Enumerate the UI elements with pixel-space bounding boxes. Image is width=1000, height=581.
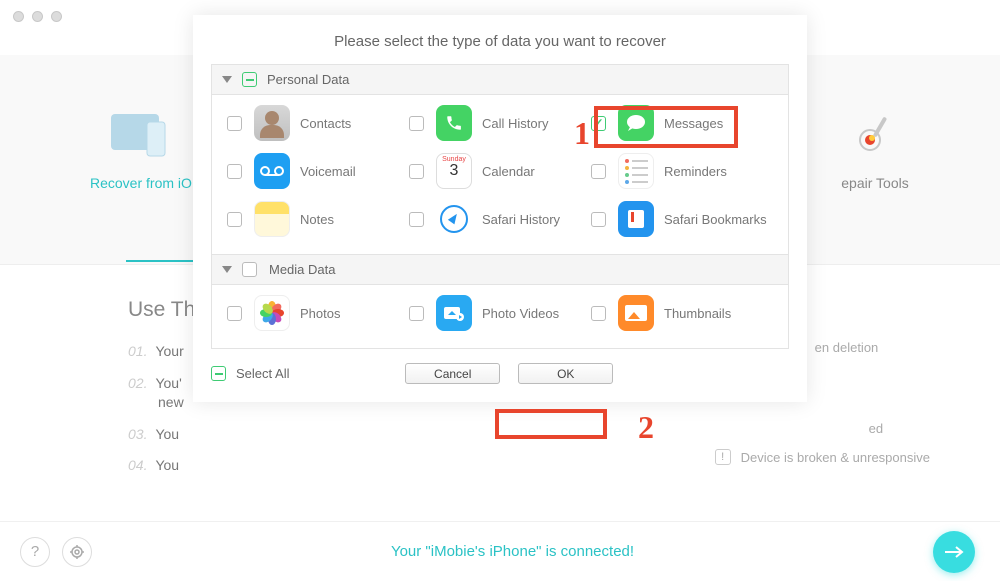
window-controls	[13, 11, 62, 22]
section-checkbox-partial[interactable]	[242, 72, 257, 87]
item-safari-bookmarks[interactable]: Safari Bookmarks	[591, 201, 773, 237]
annotation-1: 1	[574, 115, 590, 152]
device-icon	[106, 105, 176, 165]
modal-footer: Select All Cancel OK	[193, 349, 807, 402]
steps-panel: Use Thi 01.Your 02.You'new 03.You 04.You	[128, 298, 200, 488]
thumbnails-checkbox[interactable]	[591, 306, 606, 321]
photo-videos-checkbox[interactable]	[409, 306, 424, 321]
item-label: Calendar	[482, 164, 535, 179]
section-label: Personal Data	[267, 72, 349, 87]
item-photo-videos[interactable]: Photo Videos	[409, 295, 591, 331]
exclaim-icon: !	[715, 449, 731, 465]
safari-bookmarks-checkbox[interactable]	[591, 212, 606, 227]
item-contacts[interactable]: Contacts	[227, 105, 409, 141]
section-media-content: Photos Photo Videos Thumbnails	[211, 285, 789, 349]
tab-repair-tools[interactable]: epair Tools	[840, 105, 910, 191]
maximize-icon[interactable]	[51, 11, 62, 22]
item-label: Photos	[300, 306, 340, 321]
voicemail-icon	[254, 153, 290, 189]
item-label: Call History	[482, 116, 548, 131]
close-icon[interactable]	[13, 11, 24, 22]
item-label: Voicemail	[300, 164, 356, 179]
annotation-2: 2	[638, 409, 654, 446]
item-label: Notes	[300, 212, 334, 227]
callhistory-checkbox[interactable]	[409, 116, 424, 131]
triangle-down-icon	[222, 76, 232, 83]
thumbnail-icon	[618, 295, 654, 331]
tab-recover-ios[interactable]: Recover from iO	[90, 105, 192, 191]
calendar-icon: Sunday 3	[436, 153, 472, 189]
wrench-icon	[840, 105, 910, 165]
connection-status: Your "iMobie's iPhone" is connected!	[92, 543, 933, 560]
photos-icon	[254, 295, 290, 331]
item-messages[interactable]: Messages	[591, 105, 773, 141]
cancel-button[interactable]: Cancel	[405, 363, 500, 384]
contacts-icon	[254, 105, 290, 141]
reminders-icon	[618, 153, 654, 189]
settings-icon[interactable]	[62, 537, 92, 567]
section-label: Media Data	[269, 262, 335, 277]
item-label: Safari History	[482, 212, 560, 227]
messages-checkbox[interactable]	[591, 116, 606, 131]
steps-title: Use Thi	[128, 298, 200, 322]
tab-label: epair Tools	[841, 175, 908, 191]
notes-icon	[254, 201, 290, 237]
annotation-box-2	[495, 409, 607, 439]
modal-title: Please select the type of data you want …	[193, 15, 807, 64]
next-button[interactable]	[933, 531, 975, 573]
item-thumbnails[interactable]: Thumbnails	[591, 295, 773, 331]
message-icon	[618, 105, 654, 141]
photos-checkbox[interactable]	[227, 306, 242, 321]
select-all-checkbox[interactable]	[211, 366, 226, 381]
phone-icon	[436, 105, 472, 141]
section-personal-header[interactable]: Personal Data	[211, 64, 789, 95]
calendar-checkbox[interactable]	[409, 164, 424, 179]
item-reminders[interactable]: Reminders	[591, 153, 773, 189]
safari-icon	[436, 201, 472, 237]
triangle-down-icon	[222, 266, 232, 273]
item-safari-history[interactable]: Safari History	[409, 201, 591, 237]
tab-label: Recover from iO	[90, 175, 192, 191]
minimize-icon[interactable]	[32, 11, 43, 22]
item-label: Photo Videos	[482, 306, 559, 321]
item-label: Thumbnails	[664, 306, 731, 321]
item-label: Safari Bookmarks	[664, 212, 767, 227]
voicemail-checkbox[interactable]	[227, 164, 242, 179]
item-label: Messages	[664, 116, 723, 131]
section-personal-content: Contacts Call History Messages	[211, 95, 789, 255]
section-media-header[interactable]: Media Data	[211, 255, 789, 285]
item-label: Reminders	[664, 164, 727, 179]
status-bar: ? Your "iMobie's iPhone" is connected!	[0, 521, 1000, 581]
item-label: Contacts	[300, 116, 351, 131]
notes-checkbox[interactable]	[227, 212, 242, 227]
data-type-modal: Please select the type of data you want …	[193, 15, 807, 402]
item-photos[interactable]: Photos	[227, 295, 409, 331]
help-icon[interactable]: ?	[20, 537, 50, 567]
section-media-checkbox[interactable]	[242, 262, 257, 277]
ok-button[interactable]: OK	[518, 363, 613, 384]
item-calendar[interactable]: Sunday 3 Calendar	[409, 153, 591, 189]
contacts-checkbox[interactable]	[227, 116, 242, 131]
reminders-checkbox[interactable]	[591, 164, 606, 179]
item-notes[interactable]: Notes	[227, 201, 409, 237]
item-voicemail[interactable]: Voicemail	[227, 153, 409, 189]
safari-history-checkbox[interactable]	[409, 212, 424, 227]
item-callhistory[interactable]: Call History	[409, 105, 591, 141]
bookmark-icon	[618, 201, 654, 237]
photo-video-icon	[436, 295, 472, 331]
